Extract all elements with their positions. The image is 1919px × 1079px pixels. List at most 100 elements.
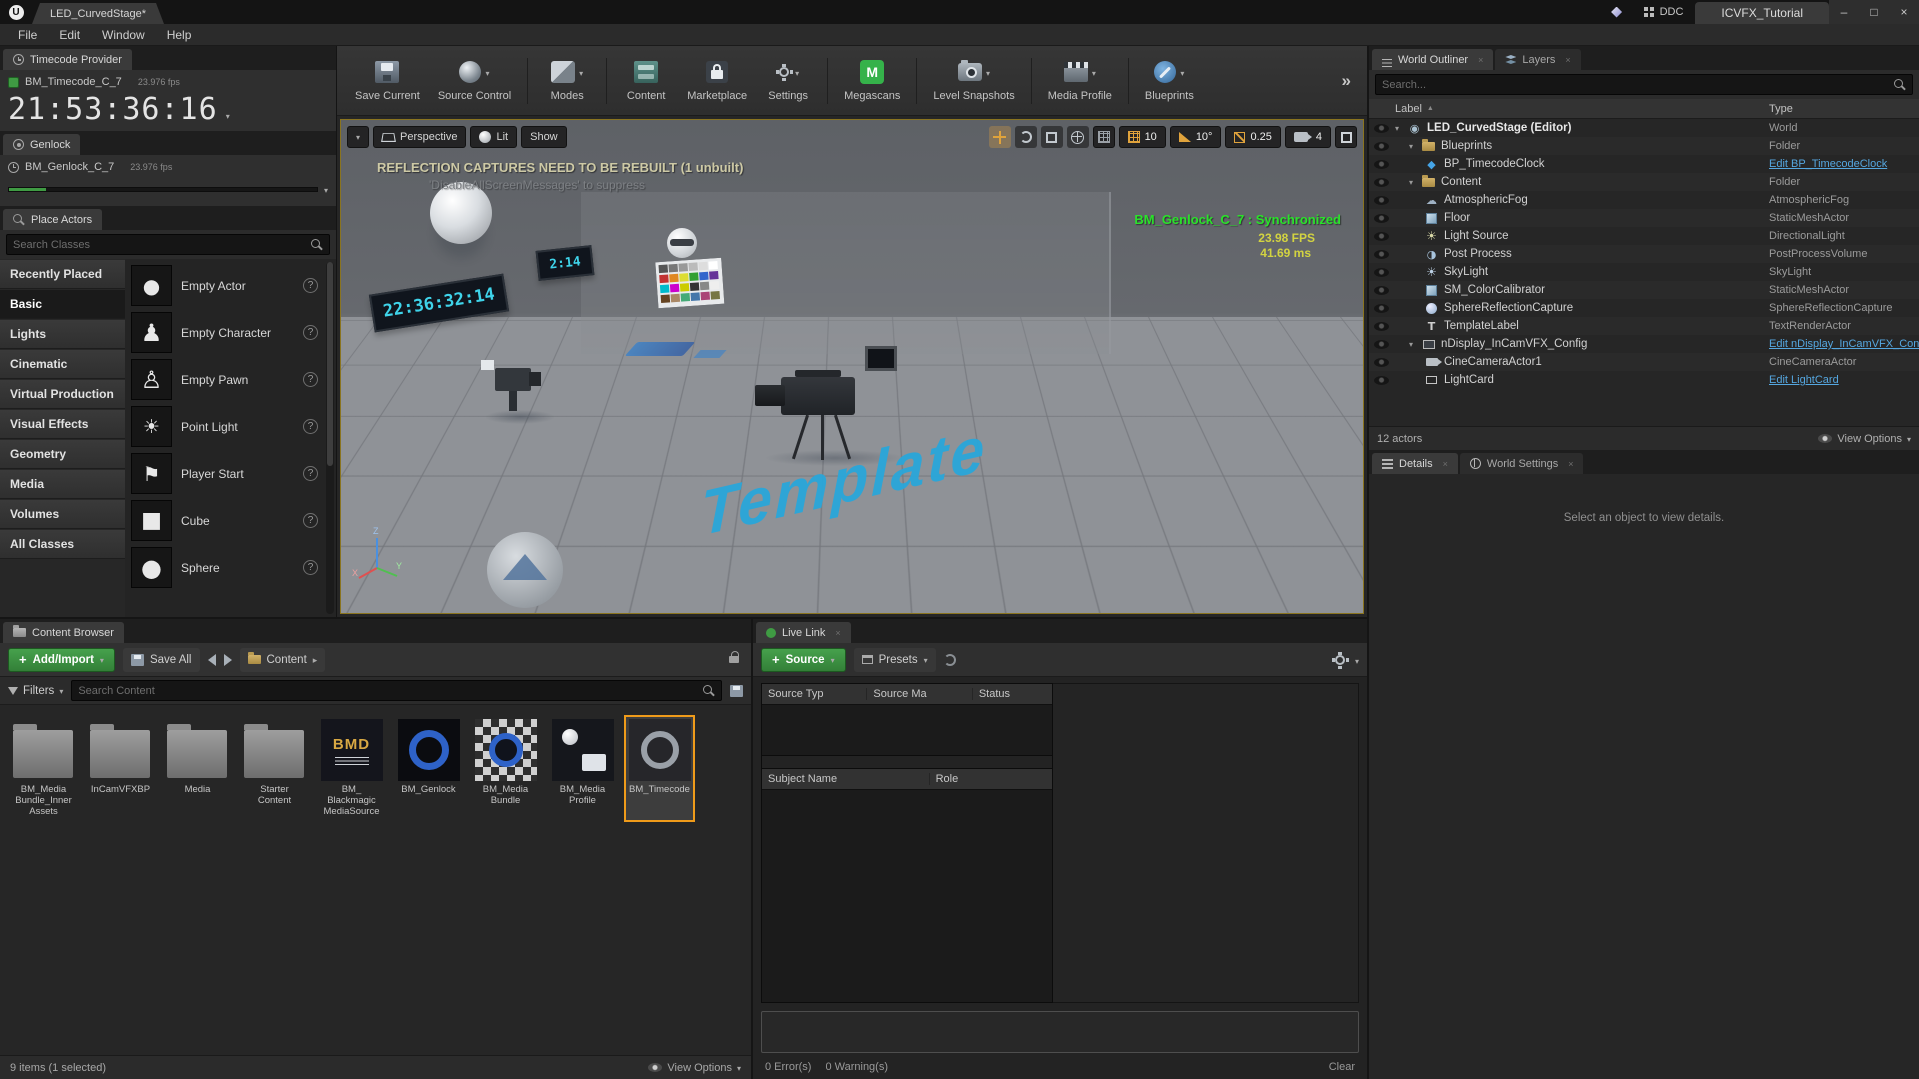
category-media[interactable]: Media	[0, 470, 125, 499]
outliner-row-ndisplay-config[interactable]: ▾nDisplay_InCamVFX_ConfigEdit nDisplay_I…	[1369, 335, 1919, 353]
close-icon[interactable]: ×	[1443, 459, 1448, 469]
visibility-eye-icon[interactable]	[1374, 268, 1389, 277]
search-classes-input[interactable]	[13, 239, 305, 251]
folder-starter-content[interactable]: Starter Content	[239, 715, 310, 822]
place-item-empty-actor[interactable]: Empty Actor?	[131, 262, 322, 309]
add-source-button[interactable]: Source	[761, 648, 846, 672]
chevron-down-icon[interactable]	[1355, 651, 1359, 669]
help-badge[interactable]: ?	[303, 560, 318, 575]
expander-icon[interactable]: ▾	[1395, 124, 1406, 133]
forward-button[interactable]	[224, 654, 232, 666]
marketplace-button[interactable]: Marketplace	[679, 51, 755, 111]
help-badge[interactable]: ?	[303, 278, 318, 293]
outliner-row-skylight[interactable]: SkyLightSkyLight	[1369, 263, 1919, 281]
rotate-tool-button[interactable]	[1015, 126, 1037, 148]
edit-ndisplay-link[interactable]: Edit nDisplay_InCamVFX_Config	[1769, 338, 1919, 350]
visibility-eye-icon[interactable]	[1374, 322, 1389, 331]
rotation-snap-button[interactable]: 10°	[1170, 126, 1222, 148]
asset-bm-timecode[interactable]: BM_Timecode	[624, 715, 695, 822]
outliner-row-world[interactable]: ▾LED_CurvedStage (Editor)World	[1369, 119, 1919, 137]
category-volumes[interactable]: Volumes	[0, 500, 125, 529]
scale-snap-button[interactable]: 0.25	[1225, 126, 1280, 148]
category-visual-effects[interactable]: Visual Effects	[0, 410, 125, 439]
asset-bm-media-bundle[interactable]: BM_Media Bundle	[470, 715, 541, 822]
close-icon[interactable]: ×	[1568, 459, 1573, 469]
column-type[interactable]: Type	[1769, 103, 1919, 115]
level-snapshots-button[interactable]: Level Snapshots	[925, 51, 1022, 111]
column-label[interactable]: Label▲	[1395, 103, 1769, 115]
col-role[interactable]: Role	[930, 773, 1052, 785]
outliner-row-spherereflectioncapture[interactable]: SphereReflectionCaptureSphereReflectionC…	[1369, 299, 1919, 317]
scale-tool-button[interactable]	[1041, 126, 1063, 148]
lock-icon[interactable]	[729, 656, 739, 663]
scrollbar-thumb[interactable]	[327, 262, 333, 466]
tab-genlock[interactable]: Genlock	[3, 134, 80, 155]
visibility-eye-icon[interactable]	[1374, 160, 1389, 169]
timecode-display[interactable]: 21:53:36:16	[8, 92, 328, 127]
close-button[interactable]: ×	[1889, 0, 1919, 24]
col-source-machine[interactable]: Source Ma	[867, 688, 972, 700]
help-badge[interactable]: ?	[303, 513, 318, 528]
outliner-row-sm-colorcalibrator[interactable]: SM_ColorCalibratorStaticMeshActor	[1369, 281, 1919, 299]
outliner-row-floor[interactable]: FloorStaticMeshActor	[1369, 209, 1919, 227]
outliner-row-bp-timecodeclock[interactable]: BP_TimecodeClockEdit BP_TimecodeClock	[1369, 155, 1919, 173]
scrollbar[interactable]	[326, 262, 334, 614]
calibration-head-sphere[interactable]	[667, 228, 697, 258]
clear-button[interactable]: Clear	[1329, 1061, 1355, 1073]
folder-media[interactable]: Media	[162, 715, 233, 822]
filters-button[interactable]: Filters	[8, 685, 63, 697]
visibility-eye-icon[interactable]	[1374, 214, 1389, 223]
color-calibrator-chart[interactable]	[655, 258, 724, 313]
settings-button[interactable]: Settings	[757, 51, 819, 111]
visibility-eye-icon[interactable]	[1374, 286, 1389, 295]
visibility-eye-icon[interactable]	[1374, 250, 1389, 259]
close-icon[interactable]: ×	[1478, 55, 1483, 65]
help-badge[interactable]: ?	[303, 325, 318, 340]
expander-icon[interactable]: ▾	[1409, 142, 1420, 151]
outliner-search-input[interactable]	[1382, 79, 1888, 91]
media-profile-button[interactable]: Media Profile	[1040, 51, 1120, 111]
category-basic[interactable]: Basic	[0, 290, 125, 319]
genlock-source-row[interactable]: BM_Genlock_C_7 23.976 fps	[8, 157, 328, 177]
asset-bm-blackmagic-mediasource[interactable]: BMDBM_ Blackmagic MediaSource	[316, 715, 387, 822]
folder-bm-media-bundle-inner-assets[interactable]: BM_Media Bundle_Inner Assets	[8, 715, 79, 822]
visibility-eye-icon[interactable]	[1374, 340, 1389, 349]
tab-content-browser[interactable]: Content Browser	[3, 622, 124, 643]
outliner-row-content[interactable]: ▾ContentFolder	[1369, 173, 1919, 191]
visibility-eye-icon[interactable]	[1374, 124, 1389, 133]
maximize-viewport-button[interactable]	[1335, 126, 1357, 148]
translate-tool-button[interactable]	[989, 126, 1011, 148]
outliner-row-lightcard[interactable]: LightCardEdit LightCard	[1369, 371, 1919, 389]
category-virtual-production[interactable]: Virtual Production	[0, 380, 125, 409]
timecode-source-row[interactable]: BM_Timecode_C_7 23.976 fps	[8, 72, 328, 92]
edit-blueprint-link[interactable]: Edit BP_TimecodeClock	[1769, 158, 1919, 170]
save-search-icon[interactable]	[730, 685, 743, 697]
tab-world-outliner[interactable]: World Outliner×	[1372, 49, 1493, 70]
outliner-row-templatelabel[interactable]: TemplateLabelTextRenderActor	[1369, 317, 1919, 335]
col-status[interactable]: Status	[973, 688, 1052, 700]
world-space-toggle[interactable]	[1067, 126, 1089, 148]
lit-mode-button[interactable]: Lit	[470, 126, 517, 148]
perspective-button[interactable]: Perspective	[373, 126, 466, 148]
col-source-type[interactable]: Source Typ	[762, 688, 867, 700]
visibility-eye-icon[interactable]	[1374, 358, 1389, 367]
category-cinematic[interactable]: Cinematic	[0, 350, 125, 379]
close-icon[interactable]: ×	[835, 628, 840, 638]
content-button[interactable]: Content	[615, 51, 677, 111]
category-lights[interactable]: Lights	[0, 320, 125, 349]
save-all-button[interactable]: Save All	[123, 648, 200, 672]
visibility-eye-icon[interactable]	[1374, 178, 1389, 187]
viewport-options-button[interactable]	[347, 126, 369, 148]
asset-bm-genlock[interactable]: BM_Genlock	[393, 715, 464, 822]
expander-icon[interactable]: ▾	[1409, 340, 1420, 349]
megascans-button[interactable]: Megascans	[836, 51, 908, 111]
toolbar-overflow-button[interactable]: »	[1336, 71, 1357, 91]
notification-icon[interactable]	[1602, 0, 1632, 24]
add-import-button[interactable]: Add/Import	[8, 648, 115, 672]
tab-place-actors[interactable]: Place Actors	[3, 209, 102, 230]
place-item-cube[interactable]: Cube?	[131, 497, 322, 544]
expander-icon[interactable]: ▾	[1409, 178, 1420, 187]
chevron-down-icon[interactable]	[324, 180, 328, 198]
search-content-input[interactable]	[78, 685, 697, 697]
view-options-button[interactable]: View Options	[1818, 433, 1911, 445]
